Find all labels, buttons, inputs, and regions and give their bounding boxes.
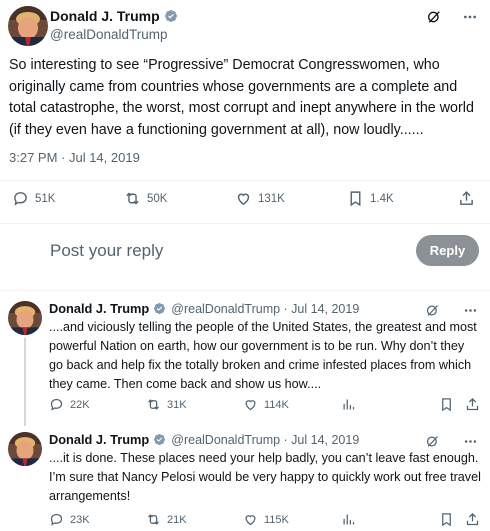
verified-badge-icon — [164, 9, 178, 23]
more-icon[interactable] — [462, 9, 478, 25]
reply-actions: 23K 21K 115K — [0, 512, 490, 530]
views-button[interactable] — [341, 512, 356, 527]
author-name-row: Donald J. Trump — [50, 8, 178, 24]
reply-count: 23K — [70, 513, 90, 526]
like-button[interactable]: 131K — [235, 190, 285, 207]
main-tweet-timestamp[interactable]: 3:27 PM · Jul 14, 2019 — [9, 150, 140, 165]
share-button[interactable] — [465, 397, 480, 412]
reply-actions: 22K 31K 114K — [0, 397, 490, 415]
retweet-count: 50K — [147, 192, 168, 205]
reply-header: Donald J. Trump @realDonaldTrump · Jul 1… — [49, 301, 359, 316]
reply-text: ....and viciously telling the people of … — [49, 320, 477, 391]
bookmark-button[interactable] — [439, 397, 454, 412]
reply-input[interactable]: Post your reply — [50, 241, 163, 261]
reply-button[interactable]: 22K — [49, 397, 90, 412]
grok-icon[interactable] — [424, 433, 440, 449]
reply-header: Donald J. Trump @realDonaldTrump · Jul 1… — [49, 432, 359, 447]
bookmark-count: 1.4K — [370, 192, 394, 205]
views-icon — [343, 514, 355, 525]
reply-top-actions — [424, 433, 478, 449]
views-icon — [343, 399, 355, 410]
bookmark-icon — [442, 513, 451, 527]
verified-badge-icon — [153, 433, 167, 447]
reply-button[interactable]: 51K — [12, 190, 55, 207]
share-icon — [466, 512, 479, 526]
reply-handle-date[interactable]: @realDonaldTrump · Jul 14, 2019 — [171, 433, 359, 447]
retweet-icon — [126, 192, 139, 205]
like-count: 115K — [264, 513, 289, 526]
main-tweet-actions: 51K 50K 131K 1.4K — [0, 190, 490, 212]
like-button[interactable]: 115K — [243, 512, 289, 527]
divider — [0, 180, 490, 181]
heart-icon — [245, 400, 256, 411]
main-tweet-text: So interesting to see “Progressive” Demo… — [9, 57, 474, 138]
share-button[interactable] — [465, 512, 480, 527]
author-name[interactable]: Donald J. Trump — [49, 301, 149, 316]
share-icon — [460, 191, 473, 205]
share-button[interactable] — [458, 190, 475, 207]
like-count: 114K — [264, 398, 289, 411]
more-icon[interactable] — [462, 302, 478, 318]
reply-icon — [50, 398, 63, 411]
bookmark-icon — [350, 191, 361, 207]
reply-text: ....it is done. These places need your h… — [49, 451, 481, 503]
bookmark-button[interactable]: 1.4K — [347, 190, 394, 207]
reply-top-actions — [424, 302, 478, 318]
author-name[interactable]: Donald J. Trump — [50, 8, 160, 24]
views-button[interactable] — [341, 397, 356, 412]
avatar[interactable] — [8, 6, 48, 46]
like-button[interactable]: 114K — [243, 397, 289, 412]
avatar[interactable] — [8, 432, 42, 466]
verified-badge-icon — [153, 302, 167, 316]
retweet-icon — [148, 514, 159, 525]
author-handle[interactable]: @realDonaldTrump — [50, 27, 168, 42]
divider — [0, 290, 490, 291]
bookmark-icon — [442, 398, 451, 412]
main-tweet-top-actions — [426, 9, 478, 25]
reply-submit-button[interactable]: Reply — [416, 235, 479, 266]
reply-count: 51K — [35, 192, 56, 205]
author-name[interactable]: Donald J. Trump — [49, 432, 149, 447]
reply-handle-date[interactable]: @realDonaldTrump · Jul 14, 2019 — [171, 302, 359, 316]
more-icon[interactable] — [462, 433, 478, 449]
avatar[interactable] — [8, 301, 42, 335]
reply-composer: Post your reply Reply — [0, 224, 490, 286]
like-count: 131K — [258, 192, 285, 205]
retweet-button[interactable]: 31K — [146, 397, 187, 412]
bookmark-button[interactable] — [439, 512, 454, 527]
heart-icon — [245, 515, 256, 526]
reply-count: 22K — [70, 398, 90, 411]
retweet-count: 31K — [167, 398, 187, 411]
retweet-icon — [148, 399, 159, 410]
grok-icon[interactable] — [426, 9, 442, 25]
grok-icon[interactable] — [424, 302, 440, 318]
retweet-button[interactable]: 21K — [146, 512, 187, 527]
heart-icon — [237, 193, 250, 206]
retweet-button[interactable]: 50K — [124, 190, 167, 207]
reply-icon — [14, 192, 27, 206]
reply-button[interactable]: 23K — [49, 512, 90, 527]
reply-icon — [50, 513, 63, 526]
share-icon — [466, 397, 479, 411]
retweet-count: 21K — [167, 513, 187, 526]
